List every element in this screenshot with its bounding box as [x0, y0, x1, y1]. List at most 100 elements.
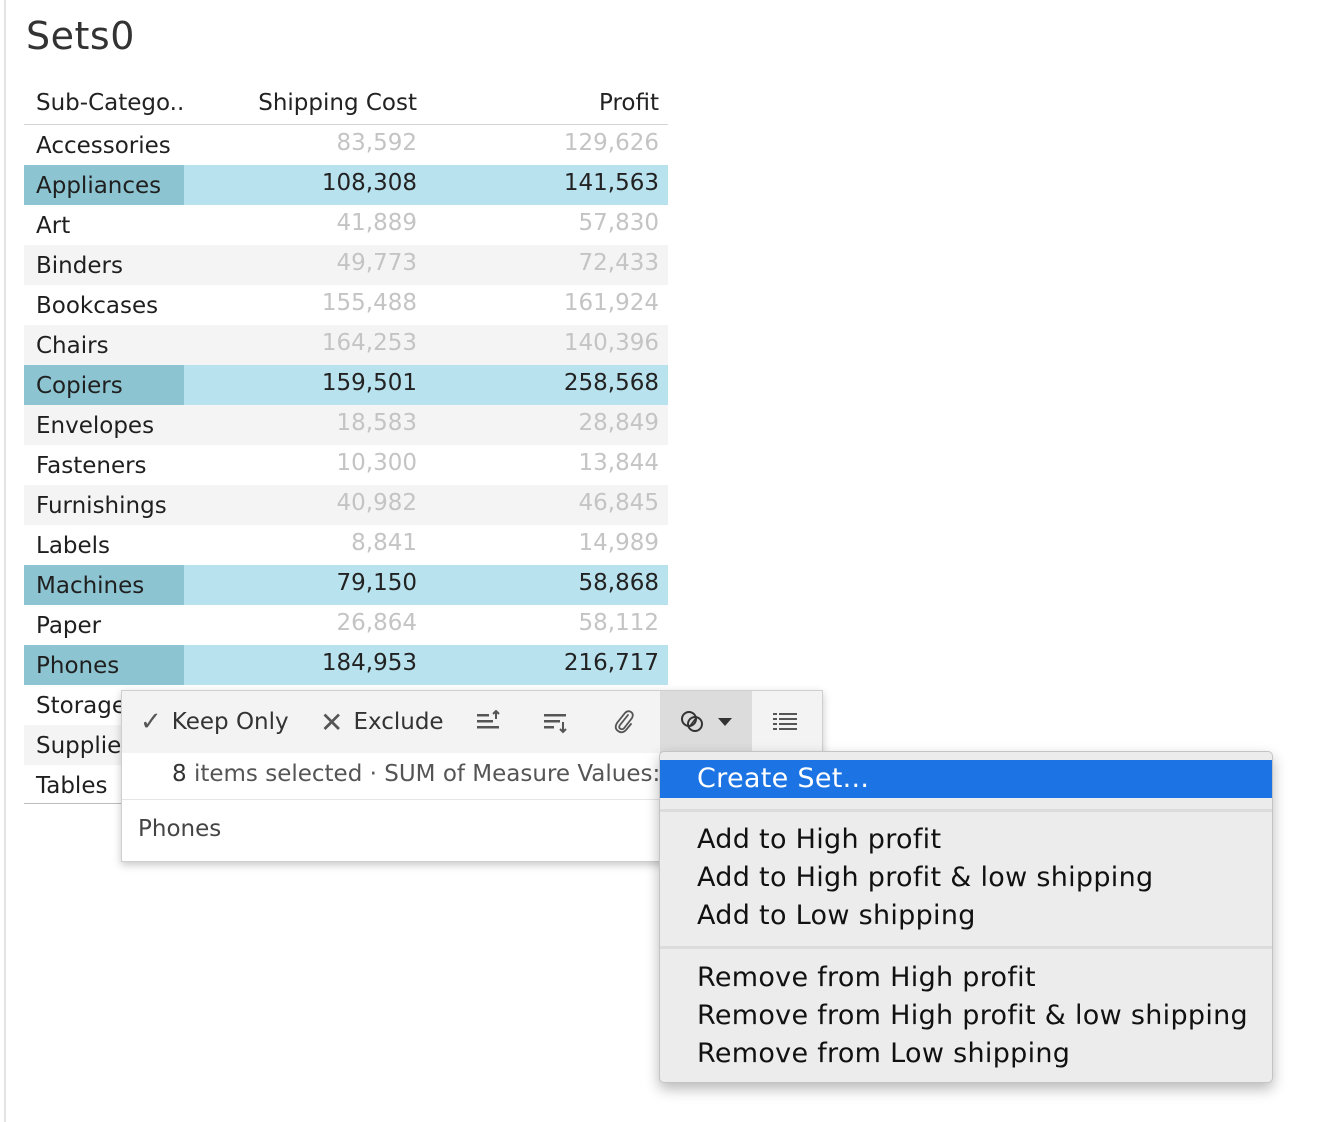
- exclude-label: Exclude: [353, 709, 444, 735]
- tooltip-toolbar: ✓ Keep Only ✕ Exclude: [122, 691, 822, 753]
- selected-count: 8: [172, 761, 187, 787]
- table-bottom-rule: [24, 803, 124, 804]
- row-label[interactable]: Chairs: [36, 333, 109, 359]
- row-label[interactable]: Binders: [36, 253, 123, 279]
- shipping-cost-value[interactable]: 83,592: [337, 130, 417, 156]
- profit-value[interactable]: 13,844: [579, 450, 659, 476]
- table-row[interactable]: Paper 26,864 58,112: [24, 605, 668, 645]
- selection-summary: 8 items selected · SUM of Measure Values…: [172, 761, 682, 787]
- profit-value[interactable]: 129,626: [564, 130, 659, 156]
- sort-descending-button[interactable]: [543, 691, 573, 753]
- menu-item-remove-high-profit[interactable]: Remove from High profit: [660, 959, 1272, 997]
- shipping-cost-value[interactable]: 108,308: [322, 170, 417, 196]
- keep-only-button[interactable]: ✓ Keep Only: [140, 691, 289, 753]
- menu-item-label: Remove from High profit & low shipping: [697, 1000, 1248, 1031]
- table-row[interactable]: Labels 8,841 14,989: [24, 525, 668, 565]
- table-row[interactable]: Furnishings 40,982 46,845: [24, 485, 668, 525]
- profit-value[interactable]: 141,563: [564, 170, 659, 196]
- shipping-cost-value[interactable]: 10,300: [337, 450, 417, 476]
- shipping-cost-value[interactable]: 184,953: [322, 650, 417, 676]
- sets-dropdown-button[interactable]: [660, 691, 752, 753]
- group-members-button[interactable]: [612, 691, 642, 753]
- row-label[interactable]: Appliances: [36, 173, 161, 199]
- profit-value[interactable]: 14,989: [579, 530, 659, 556]
- menu-item-remove-high-profit-low-shipping[interactable]: Remove from High profit & low shipping: [660, 997, 1272, 1035]
- row-label[interactable]: Accessories: [36, 133, 171, 159]
- row-label[interactable]: Envelopes: [36, 413, 154, 439]
- shipping-cost-value[interactable]: 159,501: [322, 370, 417, 396]
- menu-item-label: Add to Low shipping: [697, 900, 976, 931]
- menu-item-label: Add to High profit: [697, 824, 942, 855]
- row-label[interactable]: Fasteners: [36, 453, 147, 479]
- menu-item-label: Add to High profit & low shipping: [697, 862, 1154, 893]
- table-row[interactable]: Accessories 83,592 129,626: [24, 125, 668, 165]
- chevron-down-icon: [718, 718, 732, 726]
- row-label[interactable]: Storage: [36, 693, 126, 719]
- selection-summary-text: items selected · SUM of Measure Values: …: [186, 761, 683, 787]
- profit-value[interactable]: 72,433: [579, 250, 659, 276]
- menu-item-label: Create Set...: [697, 763, 870, 794]
- check-icon: ✓: [140, 707, 162, 737]
- table-row[interactable]: Phones 184,953 216,717: [24, 645, 668, 685]
- row-label[interactable]: Paper: [36, 613, 101, 639]
- table-row[interactable]: Bookcases 155,488 161,924: [24, 285, 668, 325]
- row-label[interactable]: Machines: [36, 573, 144, 599]
- menu-item-remove-low-shipping[interactable]: Remove from Low shipping: [660, 1035, 1272, 1073]
- column-header-subcategory[interactable]: Sub-Catego..: [36, 90, 184, 116]
- profit-value[interactable]: 28,849: [579, 410, 659, 436]
- view-data-button[interactable]: [772, 691, 802, 753]
- table-row[interactable]: Binders 49,773 72,433: [24, 245, 668, 285]
- profit-value[interactable]: 258,568: [564, 370, 659, 396]
- keep-only-label: Keep Only: [171, 709, 289, 735]
- shipping-cost-value[interactable]: 79,150: [337, 570, 417, 596]
- sort-ascending-icon: [477, 710, 500, 729]
- left-panel-edge: [4, 0, 6, 1122]
- row-label[interactable]: Bookcases: [36, 293, 158, 319]
- tooltip-item-name: Phones: [138, 816, 222, 842]
- menu-item-add-low-shipping[interactable]: Add to Low shipping: [660, 897, 1272, 935]
- sort-ascending-button[interactable]: [476, 691, 506, 753]
- row-label[interactable]: Supplies: [36, 733, 133, 759]
- table-row[interactable]: Fasteners 10,300 13,844: [24, 445, 668, 485]
- column-header-shipping-cost[interactable]: Shipping Cost: [258, 90, 417, 116]
- shipping-cost-value[interactable]: 18,583: [337, 410, 417, 436]
- x-icon: ✕: [320, 705, 344, 739]
- profit-value[interactable]: 46,845: [579, 490, 659, 516]
- table-header: Sub-Catego.. Shipping Cost Profit: [24, 84, 668, 125]
- menu-separator: [660, 946, 1272, 949]
- column-header-profit[interactable]: Profit: [599, 90, 659, 116]
- menu-item-create-set[interactable]: Create Set...: [660, 760, 1272, 798]
- row-label[interactable]: Tables: [36, 773, 107, 799]
- table-row[interactable]: Machines 79,150 58,868: [24, 565, 668, 605]
- row-label[interactable]: Phones: [36, 653, 119, 679]
- shipping-cost-value[interactable]: 40,982: [337, 490, 417, 516]
- shipping-cost-value[interactable]: 8,841: [351, 530, 417, 556]
- profit-value[interactable]: 58,868: [579, 570, 659, 596]
- profit-value[interactable]: 216,717: [564, 650, 659, 676]
- shipping-cost-value[interactable]: 41,889: [337, 210, 417, 236]
- row-label[interactable]: Copiers: [36, 373, 123, 399]
- profit-value[interactable]: 58,112: [579, 610, 659, 636]
- table-row[interactable]: Envelopes 18,583 28,849: [24, 405, 668, 445]
- profit-value[interactable]: 161,924: [564, 290, 659, 316]
- profit-value[interactable]: 57,830: [579, 210, 659, 236]
- table-row[interactable]: Copiers 159,501 258,568: [24, 365, 668, 405]
- sheet-title: Sets0: [26, 14, 135, 58]
- table-row[interactable]: Chairs 164,253 140,396: [24, 325, 668, 365]
- menu-item-add-high-profit[interactable]: Add to High profit: [660, 821, 1272, 859]
- exclude-button[interactable]: ✕ Exclude: [320, 691, 444, 753]
- menu-item-add-high-profit-low-shipping[interactable]: Add to High profit & low shipping: [660, 859, 1272, 897]
- row-label[interactable]: Art: [36, 213, 70, 239]
- menu-item-label: Remove from High profit: [697, 962, 1036, 993]
- shipping-cost-value[interactable]: 49,773: [337, 250, 417, 276]
- shipping-cost-value[interactable]: 164,253: [322, 330, 417, 356]
- shipping-cost-value[interactable]: 155,488: [322, 290, 417, 316]
- row-label[interactable]: Furnishings: [36, 493, 167, 519]
- profit-value[interactable]: 140,396: [564, 330, 659, 356]
- row-label[interactable]: Labels: [36, 533, 110, 559]
- view-data-icon: [773, 713, 797, 730]
- table-row[interactable]: Appliances 108,308 141,563: [24, 165, 668, 205]
- menu-item-label: Remove from Low shipping: [697, 1038, 1071, 1069]
- shipping-cost-value[interactable]: 26,864: [337, 610, 417, 636]
- table-row[interactable]: Art 41,889 57,830: [24, 205, 668, 245]
